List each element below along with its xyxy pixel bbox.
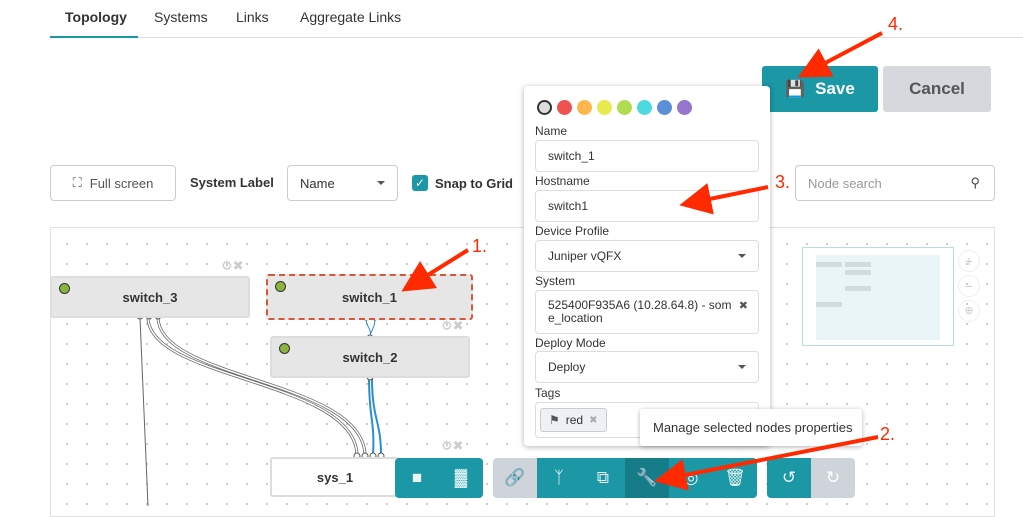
annotation-3: 3. bbox=[775, 172, 791, 192]
annotation-4: 4. bbox=[888, 14, 904, 34]
arrow-1 bbox=[401, 248, 470, 292]
annotation-arrows bbox=[401, 31, 883, 491]
annotation-1: 1. bbox=[472, 236, 488, 256]
annotation-2: 2. bbox=[880, 424, 896, 444]
arrow-2 bbox=[654, 435, 879, 491]
arrow-4 bbox=[797, 31, 883, 78]
arrow-3 bbox=[679, 183, 769, 215]
